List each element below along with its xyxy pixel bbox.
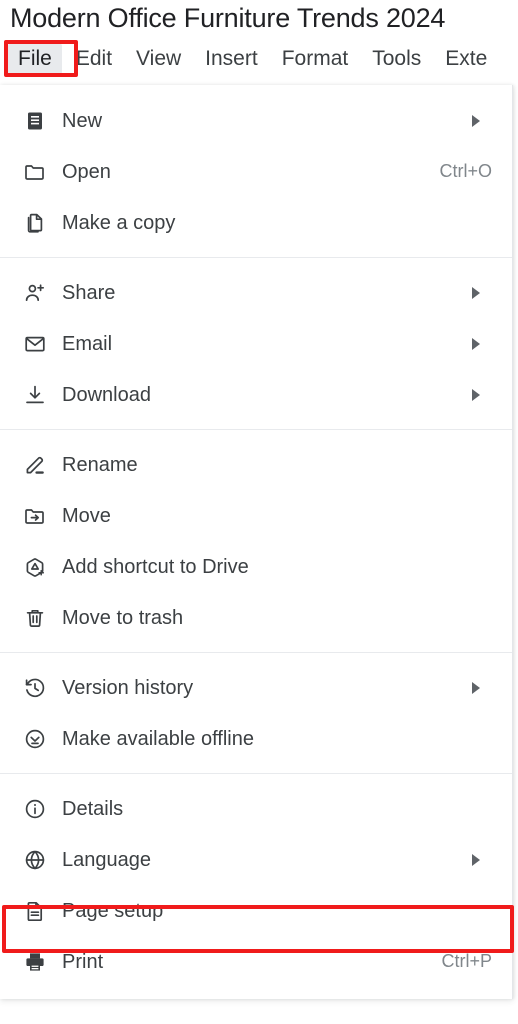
menubar-item-format[interactable]: Format (272, 43, 359, 75)
page-setup-icon (22, 898, 48, 924)
menu-item-make-a-copy[interactable]: Make a copy (0, 197, 512, 248)
menu-item-label: Email (62, 332, 113, 355)
menu-separator (0, 429, 512, 430)
submenu-arrow-icon (472, 286, 480, 299)
menubar-item-view[interactable]: View (126, 43, 191, 75)
menu-item-email[interactable]: Email (0, 318, 512, 369)
menu-item-page-setup[interactable]: Page setup (0, 885, 512, 936)
folder-icon (22, 159, 48, 185)
menu-item-shortcut: Ctrl+O (439, 161, 492, 181)
new-document-icon (22, 108, 48, 134)
document-title[interactable]: Modern Office Furniture Trends 2024 (10, 2, 445, 34)
menu-item-make-available-offline[interactable]: Make available offline (0, 713, 512, 764)
printer-icon (22, 949, 48, 975)
menu-item-shortcut: Ctrl+P (441, 951, 492, 971)
copy-icon (22, 210, 48, 236)
submenu-arrow-icon (472, 337, 480, 350)
menu-item-move[interactable]: Move (0, 490, 512, 541)
menu-item-label: Make a copy (62, 211, 176, 234)
menu-item-label: Move to trash (62, 606, 184, 629)
menu-separator (0, 652, 512, 653)
menu-item-label: Make available offline (62, 727, 254, 750)
trash-icon (22, 605, 48, 631)
submenu-arrow-icon (472, 681, 480, 694)
menubar-item-edit[interactable]: Edit (66, 43, 122, 75)
menu-item-share[interactable]: Share (0, 267, 512, 318)
menu-item-label: New (62, 109, 103, 132)
submenu-arrow-icon (472, 114, 480, 127)
menu-item-label: Move (62, 504, 111, 527)
folder-move-icon (22, 503, 48, 529)
menu-item-label: Page setup (62, 899, 164, 922)
menubar-item-insert[interactable]: Insert (195, 43, 268, 75)
menu-separator (0, 257, 512, 258)
menu-item-print[interactable]: Print Ctrl+P (0, 936, 512, 987)
person-add-icon (22, 280, 48, 306)
menu-item-label: Add shortcut to Drive (62, 555, 249, 578)
menubar-item-file[interactable]: File (8, 43, 62, 75)
menu-item-download[interactable]: Download (0, 369, 512, 420)
history-icon (22, 675, 48, 701)
menu-item-label: Version history (62, 676, 194, 699)
submenu-arrow-icon (472, 388, 480, 401)
menu-item-version-history[interactable]: Version history (0, 662, 512, 713)
file-dropdown-menu: New Open Ctrl+O Make a copy Share Email Downlo… (0, 85, 513, 999)
menu-item-new[interactable]: New (0, 95, 512, 146)
info-icon (22, 796, 48, 822)
envelope-icon (22, 331, 48, 357)
menu-item-rename[interactable]: Rename (0, 439, 512, 490)
menu-item-label: Rename (62, 453, 138, 476)
menubar-item-tools[interactable]: Tools (362, 43, 431, 75)
menubar-item-exte[interactable]: Exte (435, 43, 497, 75)
menu-item-label: Print (62, 950, 104, 973)
menu-item-label: Language (62, 848, 151, 871)
menu-item-label: Details (62, 797, 124, 820)
menu-item-label: Open (62, 160, 111, 183)
menu-item-add-shortcut-to-drive[interactable]: Add shortcut to Drive (0, 541, 512, 592)
menu-item-open[interactable]: Open Ctrl+O (0, 146, 512, 197)
pencil-icon (22, 452, 48, 478)
menu-item-label: Share (62, 281, 116, 304)
download-icon (22, 382, 48, 408)
menu-item-language[interactable]: Language (0, 834, 512, 885)
menu-separator (0, 773, 512, 774)
submenu-arrow-icon (472, 853, 480, 866)
menu-item-label: Download (62, 383, 151, 406)
menu-bar: File Edit View Insert Format Tools Exte (0, 42, 518, 76)
google-docs-window: Modern Office Furniture Trends 2024 File… (0, 0, 518, 1024)
menu-item-details[interactable]: Details (0, 783, 512, 834)
globe-icon (22, 847, 48, 873)
drive-shortcut-icon (22, 554, 48, 580)
check-circle-icon (22, 726, 48, 752)
menu-item-move-to-trash[interactable]: Move to trash (0, 592, 512, 643)
